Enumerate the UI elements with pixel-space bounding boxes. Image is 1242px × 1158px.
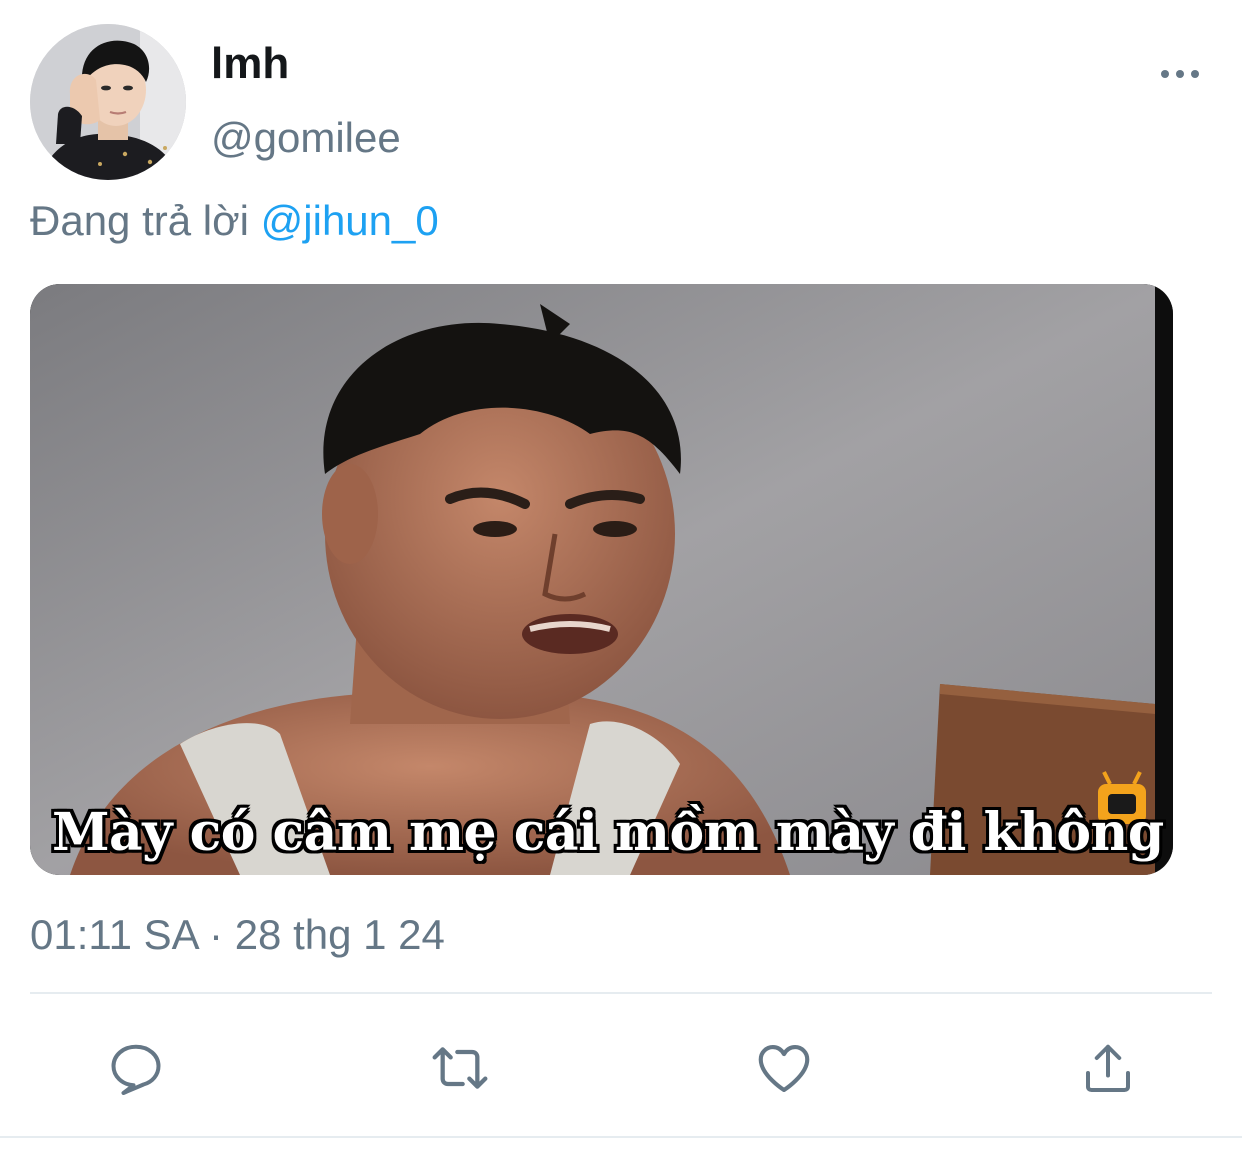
like-button[interactable] [752,1036,816,1100]
heart-icon [758,1045,810,1093]
retweet-button[interactable] [428,1036,492,1100]
tweet-media-image[interactable]: Mày có câm mẹ cái mồm mày đi không [30,284,1173,875]
media-photo [30,284,1173,875]
more-options-button[interactable] [1152,56,1208,92]
more-horizontal-icon [1161,70,1199,78]
avatar-image [30,24,186,180]
avatar[interactable] [30,24,186,180]
reply-mention-link[interactable]: @jihun_0 [261,197,439,244]
replying-to: Đang trả lời @jihun_0 [30,194,439,248]
display-name[interactable]: lmh [211,38,289,90]
share-button[interactable] [1076,1036,1140,1100]
media-caption: Mày có câm mẹ cái mồm mày đi không [52,802,1164,863]
reply-button[interactable] [104,1036,168,1100]
divider [30,992,1212,994]
bottom-divider [0,1136,1242,1138]
retweet-icon [432,1047,488,1089]
reply-icon [111,1044,161,1095]
tweet-detail: lmh @gomilee Đang trả lời @jihun_0 Mày c… [0,0,1242,1158]
replying-to-label: Đang trả lời [30,197,249,244]
tweet-timestamp[interactable]: 01:11 SA · 28 thg 1 24 [30,908,445,962]
share-icon [1086,1044,1130,1092]
user-handle[interactable]: @gomilee [211,113,401,163]
